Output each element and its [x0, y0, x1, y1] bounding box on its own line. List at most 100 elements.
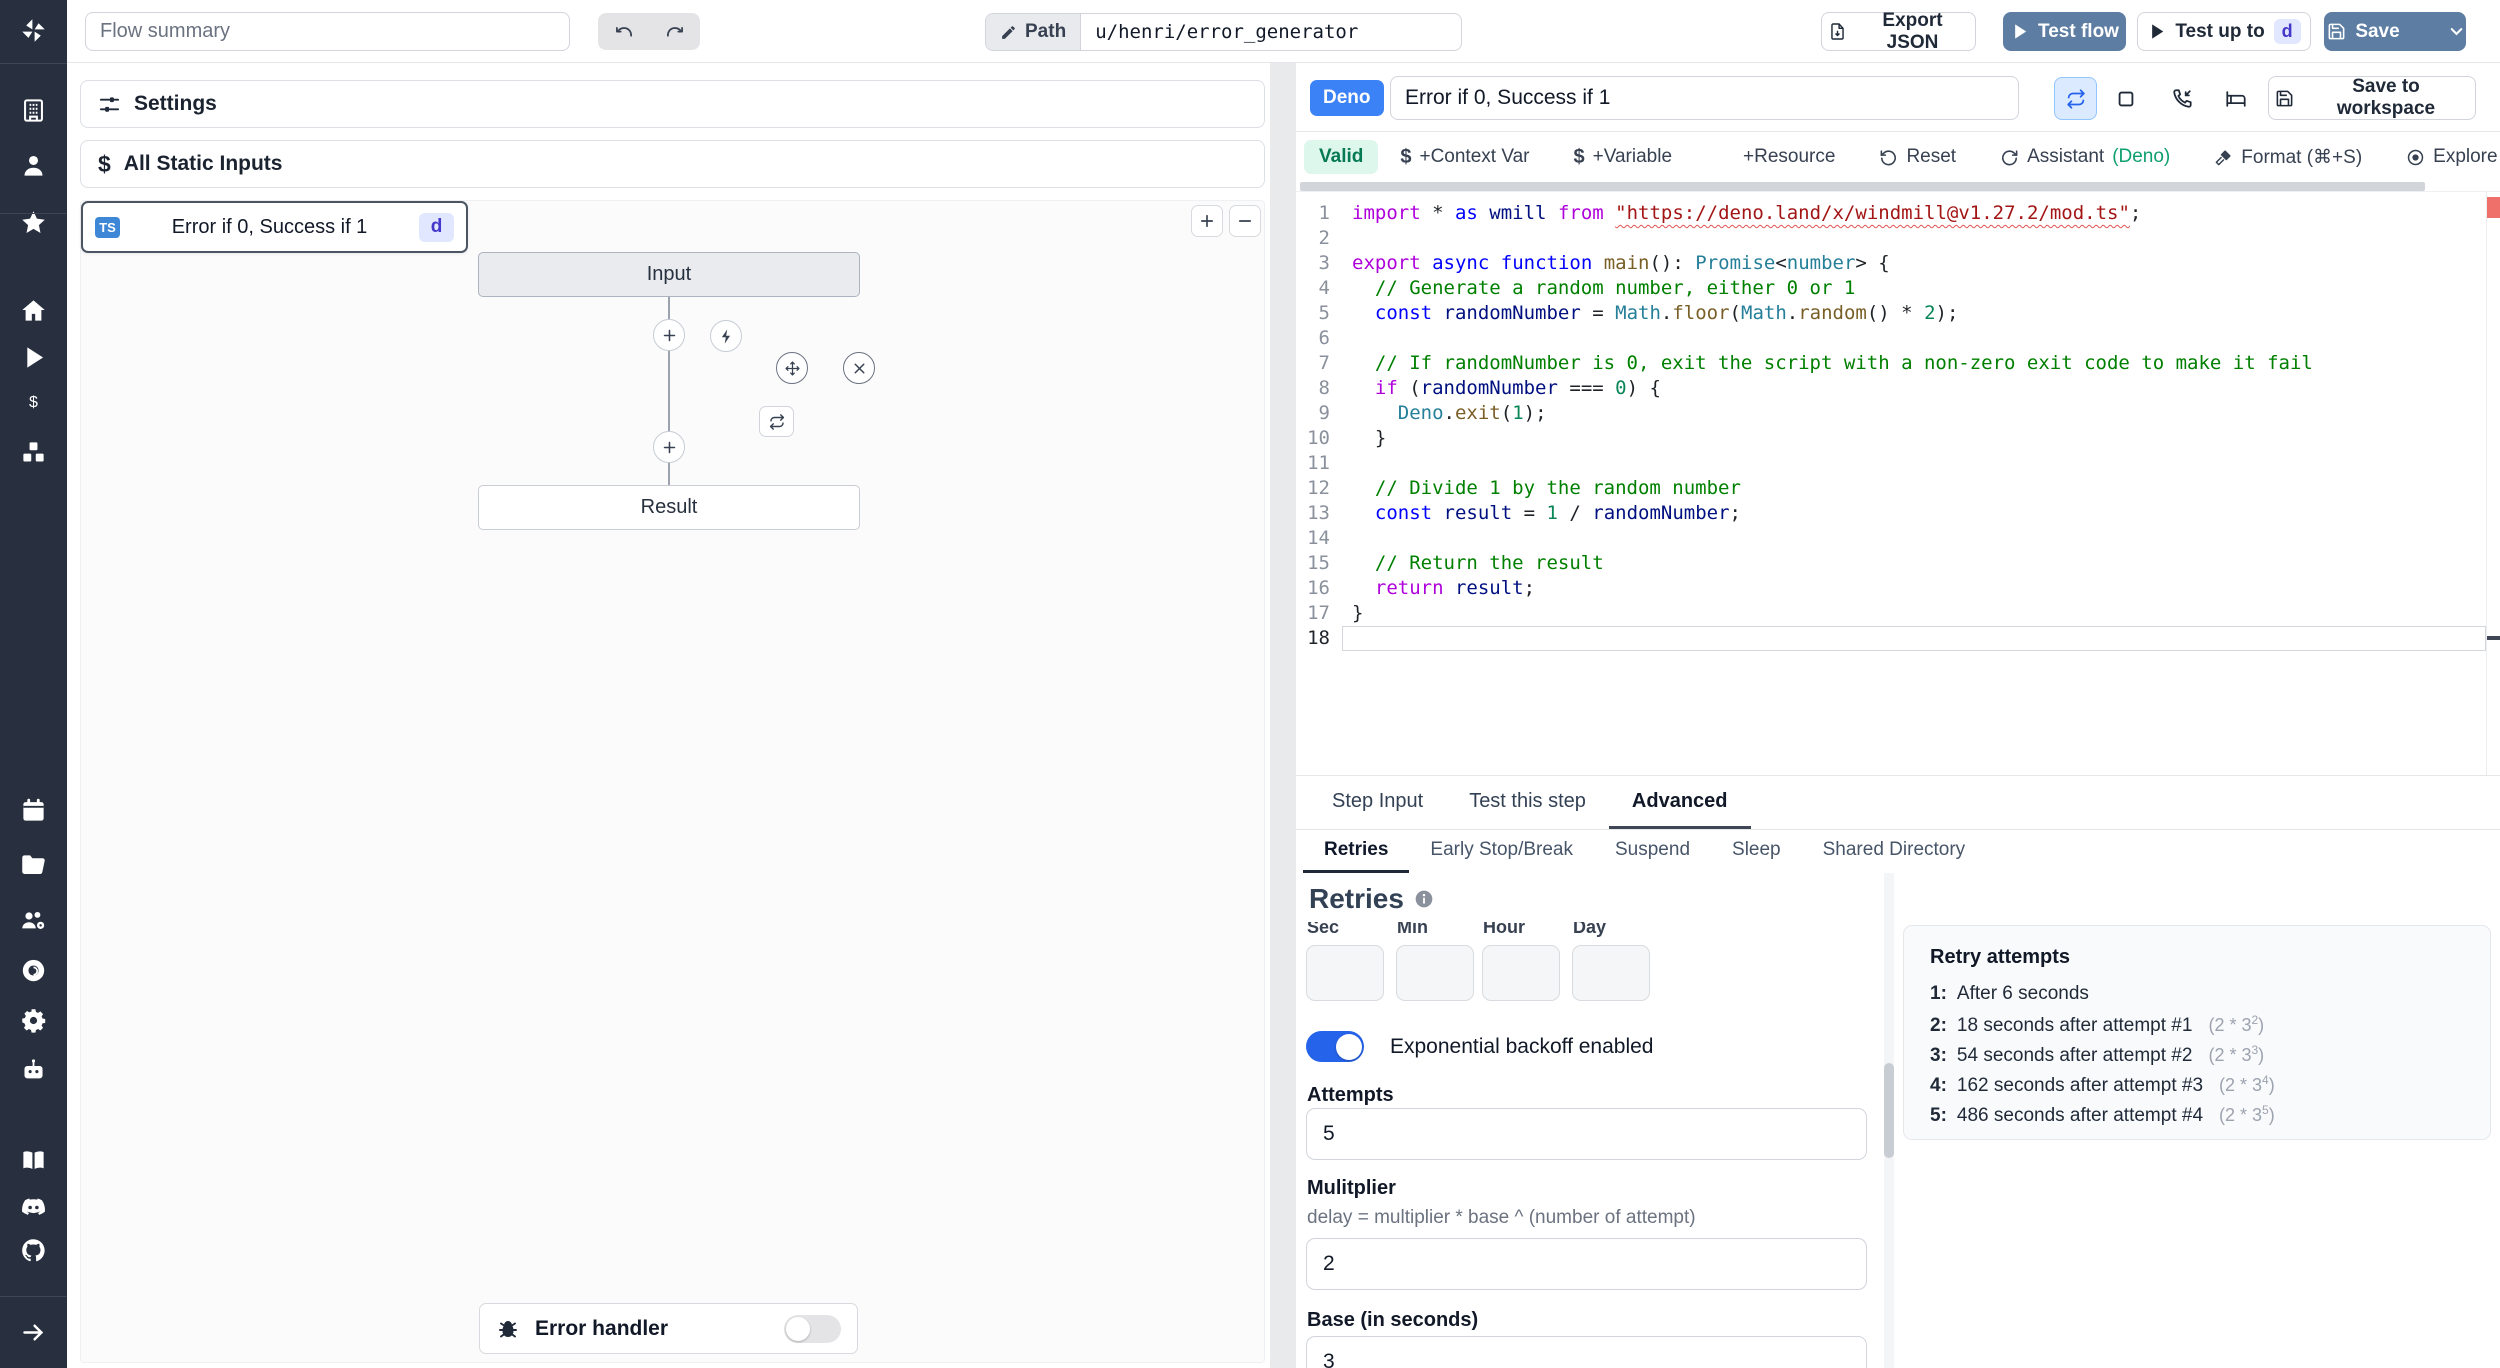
sidebar-dollar-icon[interactable]: $	[0, 383, 67, 423]
tab-advanced[interactable]: Advanced	[1608, 776, 1751, 829]
code-line-7[interactable]: // If randomNumber is 0, exit the script…	[1342, 351, 2486, 376]
move-step-button[interactable]	[776, 352, 808, 384]
zoom-in-button[interactable]	[1191, 205, 1223, 237]
sidebar-building-icon[interactable]	[0, 90, 67, 130]
subtab-sleep[interactable]: Sleep	[1711, 830, 1802, 873]
flow-node-step[interactable]: TS Error if 0, Success if 1 d	[81, 201, 468, 253]
test-flow-button[interactable]: Test flow	[2003, 12, 2126, 51]
exponential-backoff-toggle[interactable]	[1306, 1031, 1364, 1062]
multiplier-input[interactable]	[1306, 1238, 1867, 1290]
scrollbar-thumb[interactable]	[1884, 1063, 1894, 1158]
sidebar-arrow-right-icon[interactable]	[0, 1312, 67, 1352]
toolbar-item--resource[interactable]: +Resource	[1694, 146, 1857, 168]
redo-icon[interactable]	[649, 13, 700, 50]
sidebar-book-icon[interactable]	[0, 1140, 67, 1180]
flow-canvas[interactable]: Input TS Error if 0, Success if 1 d Resu…	[80, 200, 1265, 1363]
flow-summary-input[interactable]: Flow summary	[85, 12, 570, 51]
toolbar-item-explore-other-s[interactable]: Explore other s	[2384, 146, 2500, 168]
tab-test-this-step[interactable]: Test this step	[1446, 776, 1609, 829]
flow-settings-row[interactable]: Settings	[80, 80, 1265, 128]
retries-scrollbar[interactable]	[1884, 873, 1894, 1368]
code-line-10[interactable]: }	[1342, 426, 2486, 451]
sidebar-users-cog-icon[interactable]	[0, 900, 67, 940]
path-field[interactable]: Path u/henri/error_generator	[985, 13, 1462, 51]
code-line-11[interactable]	[1342, 451, 2486, 476]
code-line-15[interactable]: // Return the result	[1342, 551, 2486, 576]
attempts-input[interactable]	[1306, 1108, 1867, 1160]
code-line-17[interactable]: }	[1342, 601, 2486, 626]
undo-icon[interactable]	[598, 13, 649, 50]
time-input-sec[interactable]	[1306, 945, 1384, 1001]
subtab-shared-directory[interactable]: Shared Directory	[1802, 830, 1987, 873]
step-retries-chip[interactable]	[759, 406, 794, 437]
phone-incoming-button[interactable]	[2160, 77, 2203, 120]
code-line-1[interactable]: import * as wmill from "https://deno.lan…	[1342, 201, 2486, 226]
export-json-button[interactable]: Export JSON	[1821, 10, 1976, 53]
sidebar-user-icon[interactable]	[0, 145, 67, 185]
time-input-day[interactable]	[1572, 945, 1650, 1001]
sidebar-star-icon[interactable]	[0, 202, 67, 242]
save-dropdown-toggle[interactable]	[2434, 13, 2479, 50]
flow-node-result[interactable]: Result	[478, 485, 860, 530]
subtab-early-stop-break[interactable]: Early Stop/Break	[1409, 830, 1594, 873]
delete-step-button[interactable]	[843, 352, 875, 384]
sidebar-divider	[0, 1296, 67, 1297]
save-to-workspace-button[interactable]: Save to workspace	[2268, 76, 2476, 120]
retry-attempt-item: 1: After 6 seconds	[1930, 983, 2089, 1004]
base-input[interactable]	[1306, 1336, 1867, 1368]
sidebar-bot-icon[interactable]	[0, 1050, 67, 1090]
toolbar-item-format-s-[interactable]: Format (⌘+S)	[2192, 146, 2384, 169]
test-up-to-button[interactable]: Test up to d	[2137, 12, 2311, 51]
time-input-min[interactable]	[1396, 945, 1474, 1001]
code-area[interactable]: import * as wmill from "https://deno.lan…	[1342, 201, 2486, 651]
flow-node-input[interactable]: Input	[478, 252, 860, 297]
code-line-5[interactable]: const randomNumber = Math.floor(Math.ran…	[1342, 301, 2486, 326]
trigger-button[interactable]	[710, 320, 742, 352]
time-input-hour[interactable]	[1482, 945, 1560, 1001]
code-editor[interactable]: 1 2 3 4 5 6 7 8 9 10 11 12 13 14 15 16 17 18 import * as …	[1296, 191, 2500, 775]
sidebar-gear-icon[interactable]	[0, 1000, 67, 1040]
sidebar-discord-icon[interactable]	[0, 1187, 67, 1227]
sidebar-folder-icon[interactable]	[0, 845, 67, 885]
zoom-out-button[interactable]	[1229, 205, 1261, 237]
step-title-input[interactable]	[1390, 76, 2019, 120]
repeat-button[interactable]	[2054, 77, 2097, 120]
code-line-13[interactable]: const result = 1 / randomNumber;	[1342, 501, 2486, 526]
sidebar-home-icon[interactable]	[0, 290, 67, 330]
code-line-18[interactable]	[1342, 626, 2486, 651]
cursor-marker	[2487, 636, 2500, 640]
toolbar-item-reset[interactable]: Reset	[1857, 146, 1978, 168]
code-line-12[interactable]: // Divide 1 by the random number	[1342, 476, 2486, 501]
insert-step-button[interactable]	[653, 319, 685, 351]
insert-step-button[interactable]	[653, 431, 685, 463]
save-button[interactable]: Save	[2324, 12, 2466, 51]
subtab-suspend[interactable]: Suspend	[1594, 830, 1711, 873]
bed-button[interactable]	[2214, 77, 2257, 120]
info-icon[interactable]	[1414, 889, 1434, 909]
code-line-14[interactable]	[1342, 526, 2486, 551]
code-line-2[interactable]	[1342, 226, 2486, 251]
square-button[interactable]	[2104, 77, 2147, 120]
path-value[interactable]: u/henri/error_generator	[1081, 14, 1372, 50]
pane-resize-divider[interactable]	[1270, 63, 1296, 1368]
code-line-4[interactable]: // Generate a random number, either 0 or…	[1342, 276, 2486, 301]
toolbar-item--variable[interactable]: $ +Variable	[1552, 146, 1695, 169]
code-line-16[interactable]: return result;	[1342, 576, 2486, 601]
sidebar-calendar-icon[interactable]	[0, 790, 67, 830]
code-line-3[interactable]: export async function main(): Promise<nu…	[1342, 251, 2486, 276]
all-static-inputs-row[interactable]: $ All Static Inputs	[80, 140, 1265, 188]
code-line-6[interactable]	[1342, 326, 2486, 351]
toolbar-item--context-var[interactable]: $ +Context Var	[1378, 146, 1551, 169]
tab-step-input[interactable]: Step Input	[1309, 776, 1446, 829]
code-line-9[interactable]: Deno.exit(1);	[1342, 401, 2486, 426]
sidebar-play-icon[interactable]	[0, 337, 67, 377]
sidebar-eye-icon[interactable]	[0, 950, 67, 990]
toolbar-hscrollbar[interactable]	[1300, 182, 2425, 191]
toolbar-item-assistant[interactable]: Assistant (Deno)	[1978, 146, 2192, 168]
subtab-retries[interactable]: Retries	[1303, 830, 1410, 873]
code-line-8[interactable]: if (randomNumber === 0) {	[1342, 376, 2486, 401]
sidebar-github-icon[interactable]	[0, 1230, 67, 1270]
sidebar-cubes-icon[interactable]	[0, 432, 67, 472]
error-handler-row[interactable]: Error handler	[479, 1303, 858, 1354]
error-handler-toggle[interactable]	[784, 1314, 841, 1343]
